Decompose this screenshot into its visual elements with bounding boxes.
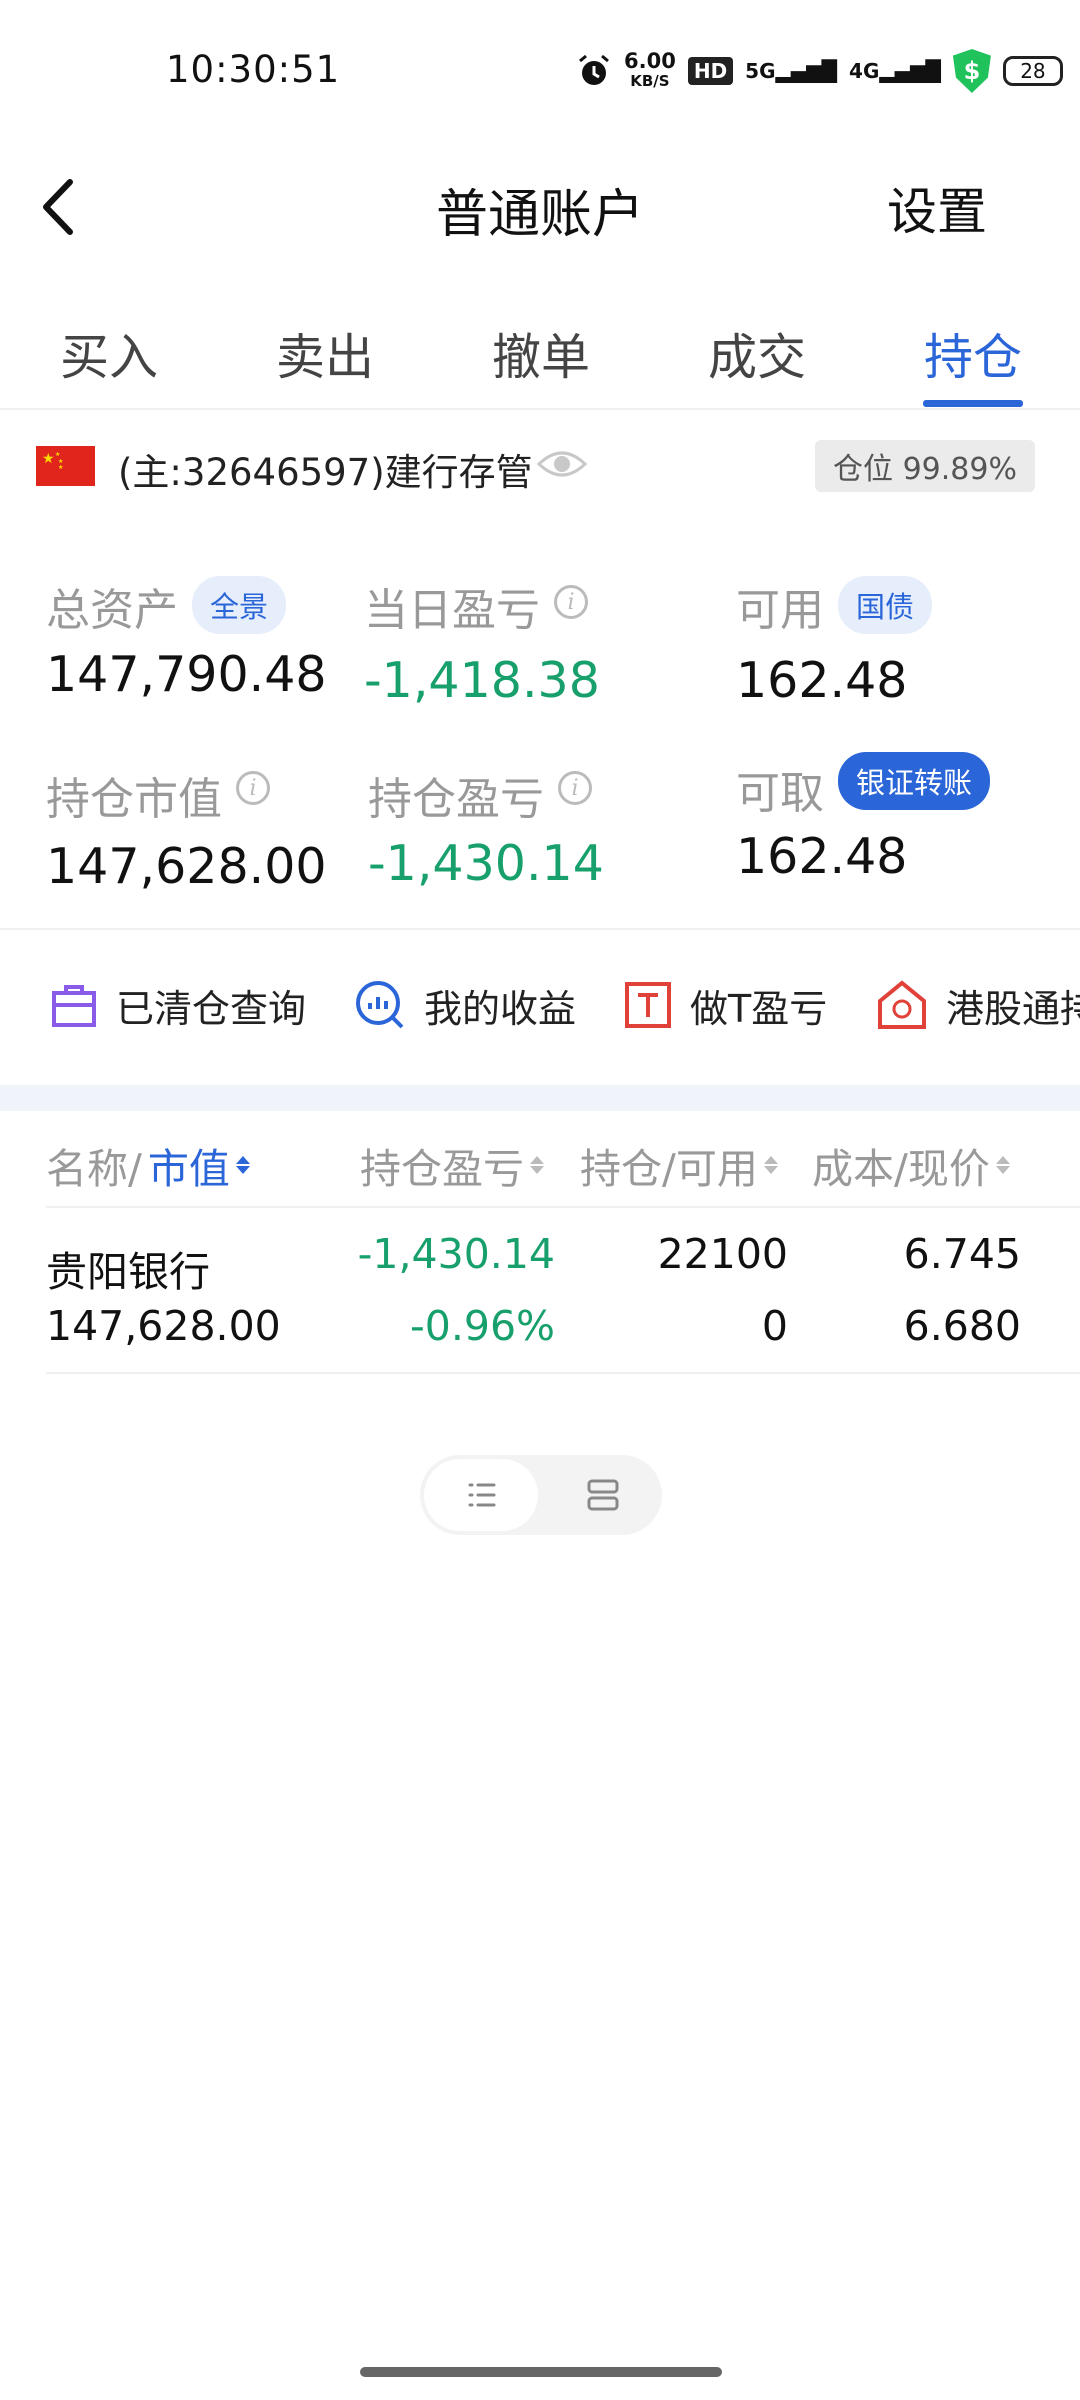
list-view-button[interactable] (424, 1459, 538, 1531)
withdrawable-value: 162.48 (736, 828, 908, 885)
info-icon[interactable]: i (558, 771, 592, 805)
divider (46, 1372, 1080, 1374)
network-speed: 6.00 KB/S (624, 49, 676, 91)
column-header-price[interactable]: 成本/现价 (812, 1135, 1010, 1195)
stock-holding-qty: 22100 (657, 1230, 788, 1278)
signal-4g-icon: 4G▂▄▆█ (849, 59, 941, 83)
tab-holdings[interactable]: 持仓 (924, 318, 1022, 389)
stock-pnl: -1,430.14 (357, 1230, 555, 1278)
position-ratio-badge: 仓位 99.89% (815, 440, 1035, 492)
total-assets-label: 总资产 (46, 585, 178, 636)
hk-connect-icon (878, 980, 926, 1029)
bank-transfer-button[interactable]: 银证转账 (838, 752, 991, 810)
alarm-icon (579, 54, 609, 85)
daily-pnl-value: -1,418.38 (364, 652, 600, 709)
sort-icon (995, 1156, 1010, 1174)
holding-pnl-label: 持仓盈亏 (368, 774, 544, 825)
svg-text:★: ★ (58, 464, 63, 471)
daily-pnl-label: 当日盈亏 (364, 585, 540, 636)
cleared-briefcase-icon (52, 985, 96, 1027)
eye-toggle-icon[interactable] (536, 442, 588, 486)
security-shield-icon: $ (952, 49, 991, 93)
sort-icon (235, 1156, 250, 1174)
available-label: 可用 (736, 585, 824, 636)
overview-button[interactable]: 全景 (192, 576, 287, 634)
stock-pnl-percent: -0.96% (409, 1302, 555, 1350)
table-row[interactable]: 贵阳银行 147,628.00 -1,430.14 -0.96% 22100 0… (0, 1210, 1080, 1370)
holding-value-value: 147,628.00 (46, 838, 327, 895)
divider (46, 1206, 1080, 1208)
list-icon (468, 1483, 496, 1507)
stock-market-value: 147,628.00 (46, 1302, 281, 1350)
column-header-pnl[interactable]: 持仓盈亏 (360, 1135, 544, 1195)
status-icons: 6.00 KB/S HD 5G▂▄▆█ 4G▂▄▆█ $ 28 (576, 46, 1063, 96)
china-flag-icon: ★ ★ ★ ★ (36, 446, 95, 486)
tab-deals[interactable]: 成交 (708, 318, 806, 389)
stock-current-price: 6.680 (903, 1302, 1021, 1350)
svg-text:★: ★ (42, 451, 55, 467)
svg-text:★: ★ (55, 451, 60, 458)
tab-sell[interactable]: 卖出 (276, 318, 374, 389)
available-value: 162.48 (736, 652, 908, 709)
signal-5g-icon: 5G▂▄▆█ (745, 59, 838, 83)
t-trade-icon (625, 982, 671, 1028)
hk-connect-holdings[interactable]: 港股通持 (876, 975, 1080, 1035)
my-earnings[interactable]: 我的收益 (354, 975, 576, 1035)
sort-icon (530, 1156, 544, 1174)
column-header-qty[interactable]: 持仓/可用 (580, 1135, 778, 1195)
divider (0, 408, 1080, 410)
column-header-name[interactable]: 名称/市值 (46, 1135, 250, 1195)
earnings-chart-icon (356, 981, 404, 1029)
hd-icon: HD (687, 57, 734, 85)
account-selector[interactable]: (主:32646597)建行存管 (118, 442, 533, 496)
back-arrow-icon[interactable] (30, 172, 90, 242)
settings-button[interactable]: 设置 (887, 172, 987, 244)
card-icon (587, 1479, 619, 1511)
stock-available-qty: 0 (761, 1302, 788, 1350)
sort-icon (763, 1156, 778, 1174)
divider (0, 928, 1080, 930)
card-view-button[interactable] (546, 1459, 660, 1531)
trade-tabs: 买入 卖出 撤单 成交 持仓 (0, 308, 1080, 408)
holding-pnl-value: -1,430.14 (368, 835, 604, 892)
section-separator (0, 1085, 1080, 1111)
t-trade-pnl[interactable]: 做T盈亏 (624, 975, 827, 1035)
stock-name: 贵阳银行 (46, 1248, 210, 1296)
active-tab-indicator (923, 400, 1023, 407)
cleared-positions-query[interactable]: 已清仓查询 (50, 975, 306, 1035)
tab-buy[interactable]: 买入 (60, 318, 158, 389)
battery-icon: 28 (1002, 56, 1063, 86)
info-icon[interactable]: i (236, 771, 270, 805)
total-assets-value: 147,790.48 (46, 646, 327, 703)
withdrawable-label: 可取 (736, 768, 824, 819)
home-indicator[interactable] (360, 2367, 722, 2377)
stock-cost-price: 6.745 (903, 1230, 1021, 1278)
holding-value-label: 持仓市值 (46, 774, 222, 825)
info-icon[interactable]: i (554, 585, 588, 619)
status-time: 10:30:51 (166, 48, 341, 91)
tab-cancel[interactable]: 撤单 (492, 318, 590, 389)
treasury-bond-button[interactable]: 国债 (838, 576, 933, 634)
